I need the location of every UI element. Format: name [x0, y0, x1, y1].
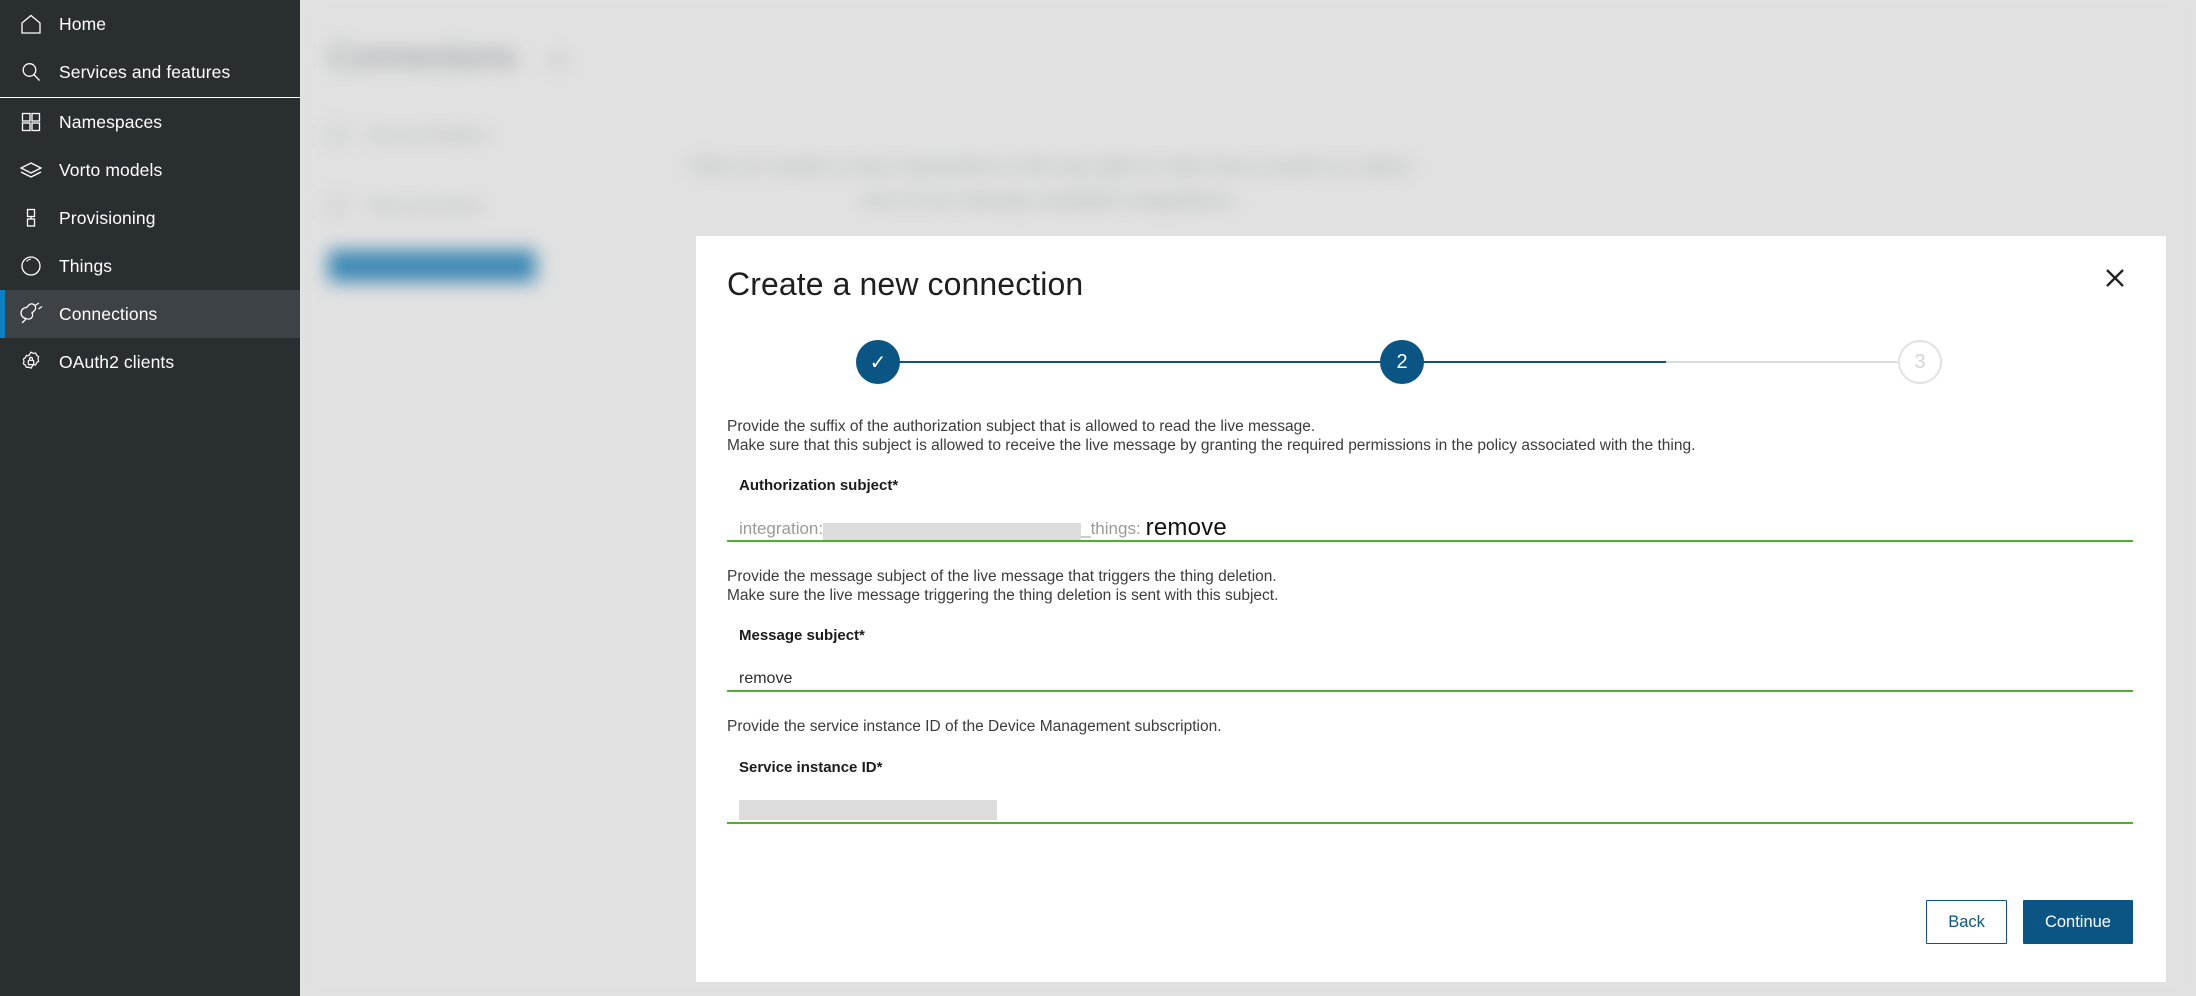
- stepper: ✓ 2 3: [856, 340, 1942, 384]
- back-button[interactable]: Back: [1926, 900, 2007, 944]
- home-icon: [14, 10, 48, 38]
- message-subject-value: remove: [739, 670, 793, 687]
- create-connection-modal: Create a new connection ✓ 2 3 Provide th…: [696, 236, 2166, 982]
- background-list-item-label: Show all items: [367, 196, 484, 216]
- field-description-line-2: Make sure the live message triggering th…: [727, 586, 1279, 604]
- sidebar-item-services-and-features[interactable]: Services and features: [0, 48, 300, 96]
- close-button[interactable]: [2098, 261, 2132, 295]
- service-instance-id-label: Service instance ID*: [739, 758, 883, 776]
- authorization-subject-value: remove: [1145, 514, 1227, 541]
- sidebar: Home Services and features Namespaces Vo…: [0, 0, 300, 996]
- message-subject-label: Message subject*: [739, 627, 865, 644]
- authorization-subject-prefix-1: integration:: [739, 519, 824, 538]
- grid-icon: [14, 108, 48, 136]
- redacted-value: [823, 523, 1082, 540]
- gear-lock-icon: [14, 348, 48, 376]
- stepper-step-3[interactable]: 3: [1898, 340, 1942, 384]
- sidebar-item-label: Services and features: [59, 61, 231, 82]
- sidebar-item-provisioning[interactable]: Provisioning: [0, 194, 300, 242]
- connection-form: Provide the suffix of the authorization …: [727, 418, 2133, 850]
- doc-icon: [328, 126, 347, 145]
- app-root: Connections Documentation Show all items…: [0, 0, 2196, 996]
- info-icon: [550, 52, 567, 69]
- field-description-line-1: Provide the message subject of the live …: [727, 568, 1277, 585]
- field-group-authorization-subject: Provide the suffix of the authorization …: [727, 418, 2133, 542]
- sidebar-item-label: Connections: [59, 303, 158, 324]
- page-title: Create a new connection: [727, 266, 1084, 302]
- sidebar-item-oauth2-clients[interactable]: OAuth2 clients: [0, 338, 300, 386]
- search-icon: [14, 58, 48, 86]
- sidebar-item-vorto-models[interactable]: Vorto models: [0, 146, 300, 194]
- background-list-item: Documentation: [328, 125, 488, 146]
- sidebar-item-label: Vorto models: [59, 159, 163, 180]
- stepper-connector-1: [878, 361, 1380, 363]
- continue-button[interactable]: Continue: [2022, 900, 2133, 944]
- field-group-service-instance-id: Provide the service instance ID of the D…: [727, 718, 2133, 824]
- layers-icon: [14, 156, 48, 184]
- sidebar-item-label: Provisioning: [59, 207, 156, 228]
- sidebar-item-connections[interactable]: Connections: [0, 290, 300, 338]
- redacted-value: [739, 799, 997, 820]
- plug-icon: [14, 300, 48, 328]
- background-list-item: Show all items: [328, 196, 483, 217]
- sidebar-item-label: Things: [59, 255, 113, 276]
- database-icon: [14, 204, 48, 232]
- stepper-connector-2-empty: [1666, 361, 1898, 363]
- sidebar-item-label: Home: [59, 13, 107, 34]
- empty-state-message: Click on create a new connection in the …: [500, 150, 1600, 218]
- background-list-item-label: Documentation: [367, 125, 489, 145]
- sidebar-item-label: Namespaces: [59, 111, 163, 132]
- service-instance-id-input[interactable]: [727, 790, 2133, 824]
- field-group-message-subject: Provide the message subject of the live …: [727, 568, 2133, 692]
- create-connection-button: [328, 250, 536, 282]
- authorization-subject-input[interactable]: integration: _things: remove: [727, 508, 2133, 542]
- doc-icon: [328, 197, 347, 216]
- message-subject-input[interactable]: remove: [727, 658, 2133, 692]
- empty-state-line-1: Click on create a new connection in the …: [688, 155, 1412, 178]
- close-icon: [2106, 269, 2124, 287]
- field-description-line-1: Provide the service instance ID of the D…: [727, 718, 1222, 735]
- sidebar-item-label: OAuth2 clients: [59, 351, 175, 372]
- authorization-subject-prefix-2: _things:: [1081, 519, 1141, 538]
- field-description-line-1: Provide the suffix of the authorization …: [727, 418, 1316, 435]
- sidebar-item-namespaces[interactable]: Namespaces: [0, 98, 300, 146]
- stepper-connector-2-filled: [1402, 361, 1666, 363]
- authorization-subject-label: Authorization subject*: [739, 477, 899, 494]
- field-description-line-2: Make sure that this subject is allowed t…: [727, 436, 1696, 454]
- empty-state-line-2: one of our already available integration…: [860, 189, 1240, 212]
- stepper-step-1[interactable]: ✓: [856, 340, 900, 384]
- sidebar-item-things[interactable]: Things: [0, 242, 300, 290]
- modal-footer: Back Continue: [1926, 900, 2133, 944]
- stepper-step-2[interactable]: 2: [1380, 340, 1424, 384]
- background-page-title: Connections: [328, 38, 518, 76]
- circle-icon: [14, 252, 48, 280]
- sidebar-item-home[interactable]: Home: [0, 0, 300, 48]
